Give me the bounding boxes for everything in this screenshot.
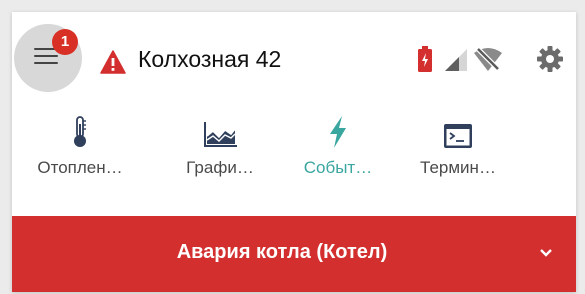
device-card: 1 Колхозная 42 Отоплен… Графи… Событ… Те… bbox=[12, 12, 576, 292]
cellular-signal-icon bbox=[445, 49, 467, 71]
notification-badge: 1 bbox=[52, 29, 78, 55]
warning-triangle-icon bbox=[100, 50, 126, 74]
section-tabs: Отоплен… Графи… Событ… Термин… bbox=[12, 102, 576, 216]
terminal-icon bbox=[444, 124, 472, 148]
tab-charts[interactable]: Графи… bbox=[160, 114, 280, 206]
area-chart-icon bbox=[204, 122, 237, 147]
tab-label: Событ… bbox=[303, 158, 373, 177]
tab-terminal[interactable]: Термин… bbox=[398, 114, 518, 206]
device-header: 1 Колхозная 42 bbox=[12, 12, 576, 102]
tab-label: Термин… bbox=[420, 158, 496, 177]
alarm-banner[interactable]: Авария котла (Котел) bbox=[12, 216, 576, 292]
tab-events[interactable]: Событ… bbox=[278, 114, 398, 206]
battery-alert-icon bbox=[418, 46, 432, 72]
tab-label: Графи… bbox=[186, 158, 254, 177]
tab-label: Отоплен… bbox=[37, 158, 123, 177]
device-name: Колхозная 42 bbox=[138, 46, 282, 72]
lightning-icon bbox=[330, 116, 346, 148]
alarm-text: Авария котла (Котел) bbox=[176, 241, 388, 263]
wifi-off-icon bbox=[474, 47, 502, 71]
tab-heating[interactable]: Отоплен… bbox=[20, 114, 140, 206]
gear-icon[interactable] bbox=[537, 46, 563, 72]
thermometer-icon bbox=[74, 116, 86, 147]
chevron-down-icon[interactable] bbox=[538, 247, 554, 259]
